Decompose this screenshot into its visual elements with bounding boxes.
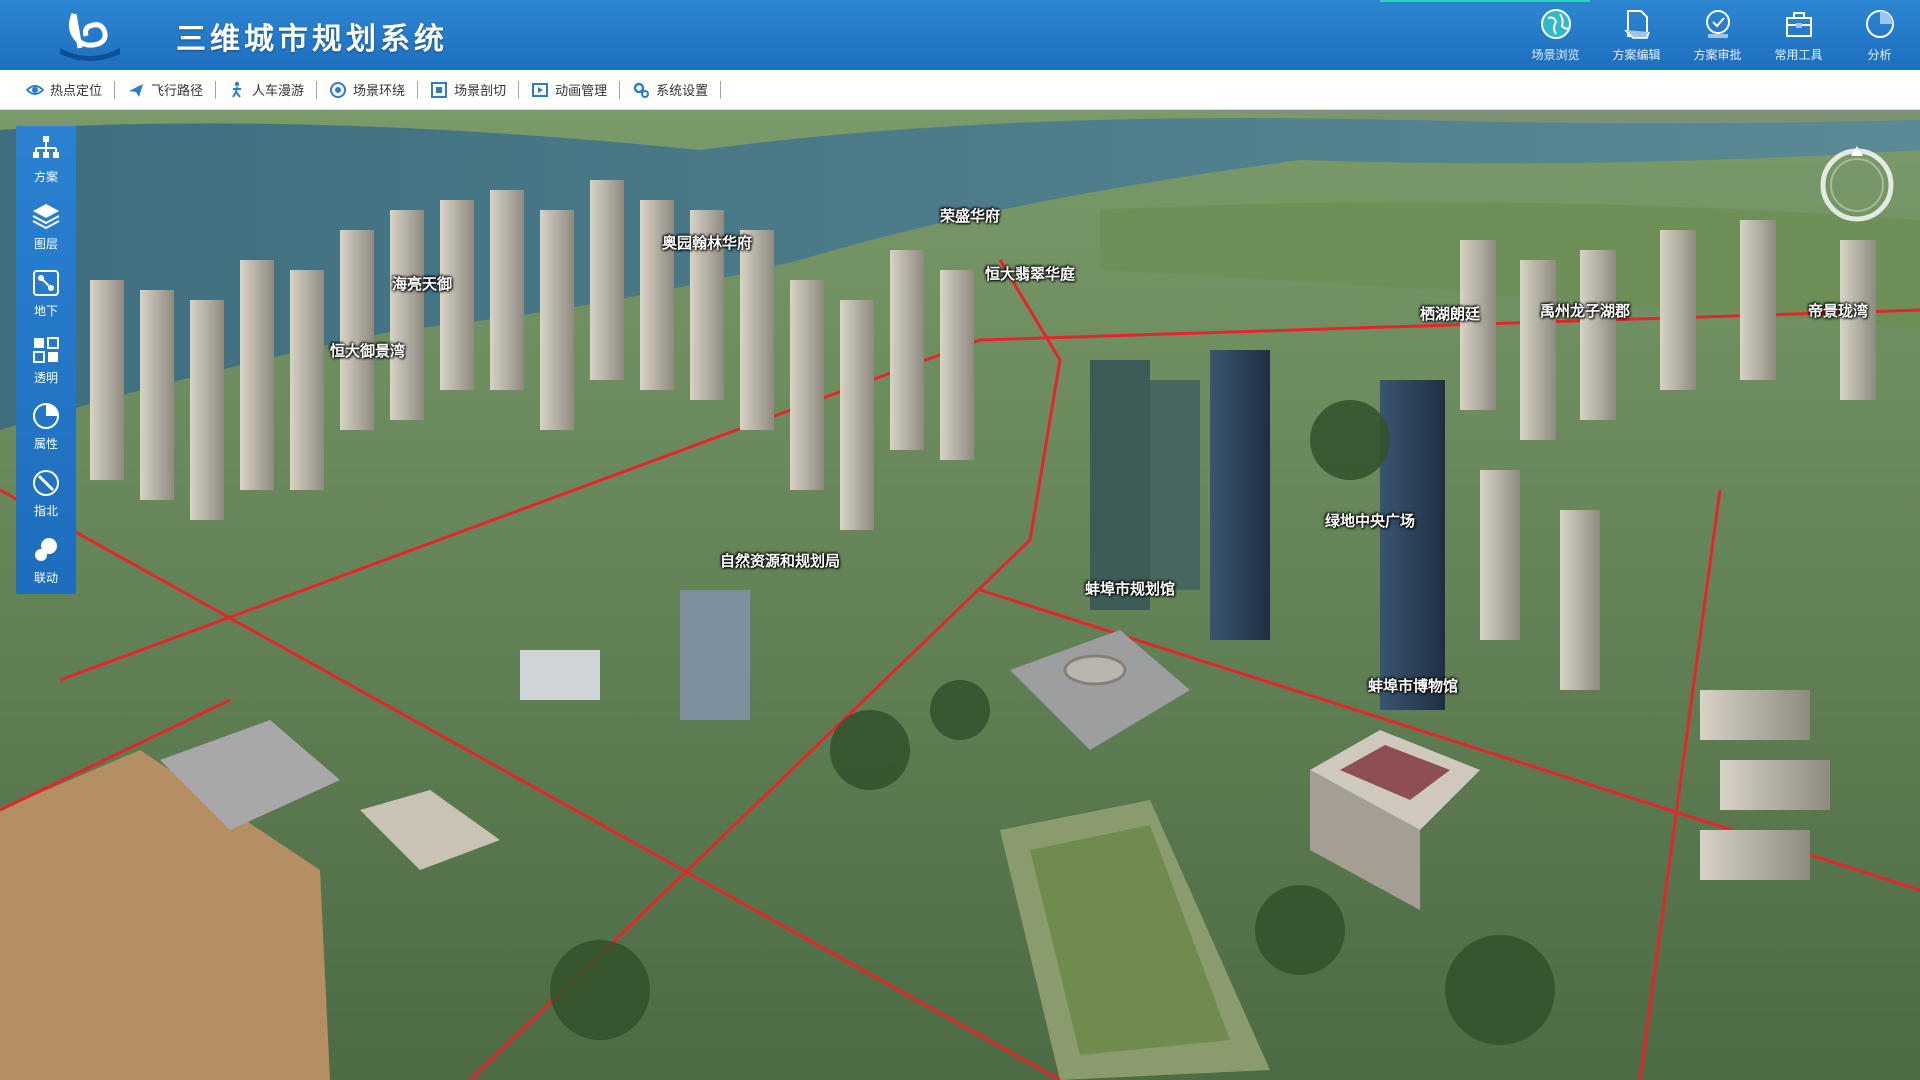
- panel-label: 方案: [33, 169, 58, 184]
- tool-system-settings[interactable]: 系统设置: [620, 80, 720, 99]
- panel-properties[interactable]: 属性: [16, 393, 76, 460]
- place-label[interactable]: 奥园翰林华府: [662, 232, 752, 253]
- place-label[interactable]: 禹州龙子湖郡: [1540, 300, 1630, 321]
- animation-icon: [532, 82, 549, 97]
- globe-icon: [1540, 9, 1571, 39]
- layers-icon: [32, 203, 60, 229]
- section-cut-icon: [431, 81, 448, 98]
- panel-layers[interactable]: 图层: [16, 193, 76, 260]
- link-icon: [35, 538, 57, 562]
- app-title: 三维城市规划系统: [176, 22, 448, 57]
- place-label[interactable]: 栖湖朗廷: [1420, 303, 1480, 324]
- tool-scene-orbit[interactable]: 场景环绕: [317, 80, 417, 99]
- place-label[interactable]: 帝景珑湾: [1808, 300, 1868, 321]
- underground-icon: [33, 269, 59, 296]
- panel-north[interactable]: 指北: [16, 460, 76, 527]
- tool-label: 人车漫游: [252, 84, 305, 99]
- tool-scene-section[interactable]: 场景剖切: [418, 80, 518, 99]
- settings-icon: [633, 82, 650, 98]
- toolbar: 热点定位 飞行路径 人车漫游 场景环绕 场景剖切 动画管理 系统设置: [0, 70, 1920, 110]
- panel-plan[interactable]: 方案: [16, 126, 76, 193]
- panel-label: 图层: [33, 236, 58, 251]
- panel-label: 指北: [33, 504, 58, 519]
- airplane-icon: [129, 83, 144, 97]
- pie-icon: [33, 403, 59, 430]
- place-label[interactable]: 恒大御景湾: [330, 340, 405, 361]
- hierarchy-icon: [33, 135, 59, 158]
- 3d-city-viewport[interactable]: 荣盛华府 奥园翰林华府 恒大翡翠华庭 海亮天御 恒大御景湾 栖湖朗廷 禹州龙子湖…: [0, 110, 1920, 1080]
- place-label[interactable]: 海亮天御: [392, 273, 452, 294]
- eye-icon: [26, 84, 44, 95]
- tool-label: 场景剖切: [454, 84, 507, 99]
- top-nav: 场景浏览 方案编辑 方案审批 常用工具 分析: [1515, 0, 1920, 70]
- tool-hotspot-locate[interactable]: 热点定位: [14, 80, 114, 99]
- tool-label: 场景环绕: [353, 84, 406, 99]
- topnav-plan-approval[interactable]: 方案审批: [1677, 0, 1758, 70]
- topnav-scene-browse[interactable]: 场景浏览: [1515, 0, 1596, 70]
- city-scene: [0, 110, 1920, 1080]
- place-label[interactable]: 绿地中央广场: [1325, 510, 1415, 531]
- compass-rotate-icon[interactable]: [1812, 140, 1902, 230]
- toolbox-icon: [1785, 12, 1812, 37]
- document-edit-icon: [1623, 10, 1650, 39]
- tool-label: 系统设置: [656, 84, 709, 99]
- panel-underground[interactable]: 地下: [16, 260, 76, 327]
- topnav-plan-edit[interactable]: 方案编辑: [1596, 0, 1677, 70]
- topnav-analysis[interactable]: 分析: [1839, 0, 1920, 70]
- place-label[interactable]: 自然资源和规划局: [720, 550, 840, 571]
- city-logo-icon: [60, 13, 120, 61]
- topnav-tools[interactable]: 常用工具: [1758, 0, 1839, 70]
- tool-flight-path[interactable]: 飞行路径: [115, 80, 215, 99]
- place-label[interactable]: 恒大翡翠华庭: [985, 263, 1075, 284]
- tool-label: 飞行路径: [151, 84, 204, 99]
- left-tool-panel: 方案 图层 地下 透明 属性 指北 联动: [16, 126, 76, 594]
- panel-transparency[interactable]: 透明: [16, 327, 76, 394]
- place-label[interactable]: 蚌埠市博物馆: [1368, 675, 1458, 696]
- place-label[interactable]: 荣盛华府: [940, 205, 1000, 226]
- north-arrow-icon: [33, 470, 59, 497]
- topnav-label: 分析: [1867, 48, 1892, 62]
- analysis-icon: [1865, 10, 1894, 38]
- approval-icon: [1705, 10, 1730, 38]
- tool-label: 热点定位: [50, 84, 103, 99]
- tool-animation-manage[interactable]: 动画管理: [519, 80, 619, 99]
- place-label[interactable]: 蚌埠市规划馆: [1085, 578, 1175, 599]
- tool-walk-drive[interactable]: 人车漫游: [216, 80, 316, 99]
- orbit-icon: [330, 81, 347, 98]
- topnav-label: 场景浏览: [1531, 48, 1580, 62]
- panel-label: 属性: [33, 437, 58, 452]
- topnav-label: 常用工具: [1774, 48, 1823, 62]
- walker-icon: [232, 81, 242, 98]
- panel-label: 地下: [33, 303, 58, 318]
- panel-label: 透明: [33, 370, 58, 385]
- panel-linkage[interactable]: 联动: [16, 527, 76, 594]
- topnav-label: 方案审批: [1693, 48, 1742, 62]
- transparency-icon: [33, 336, 59, 363]
- app-header: 三维城市规划系统 场景浏览 方案编辑 方案审批 常用工具 分析: [0, 0, 1920, 70]
- panel-label: 联动: [33, 571, 58, 586]
- toolbar-divider: [720, 80, 722, 99]
- topnav-label: 方案编辑: [1612, 48, 1661, 62]
- tool-label: 动画管理: [555, 84, 608, 99]
